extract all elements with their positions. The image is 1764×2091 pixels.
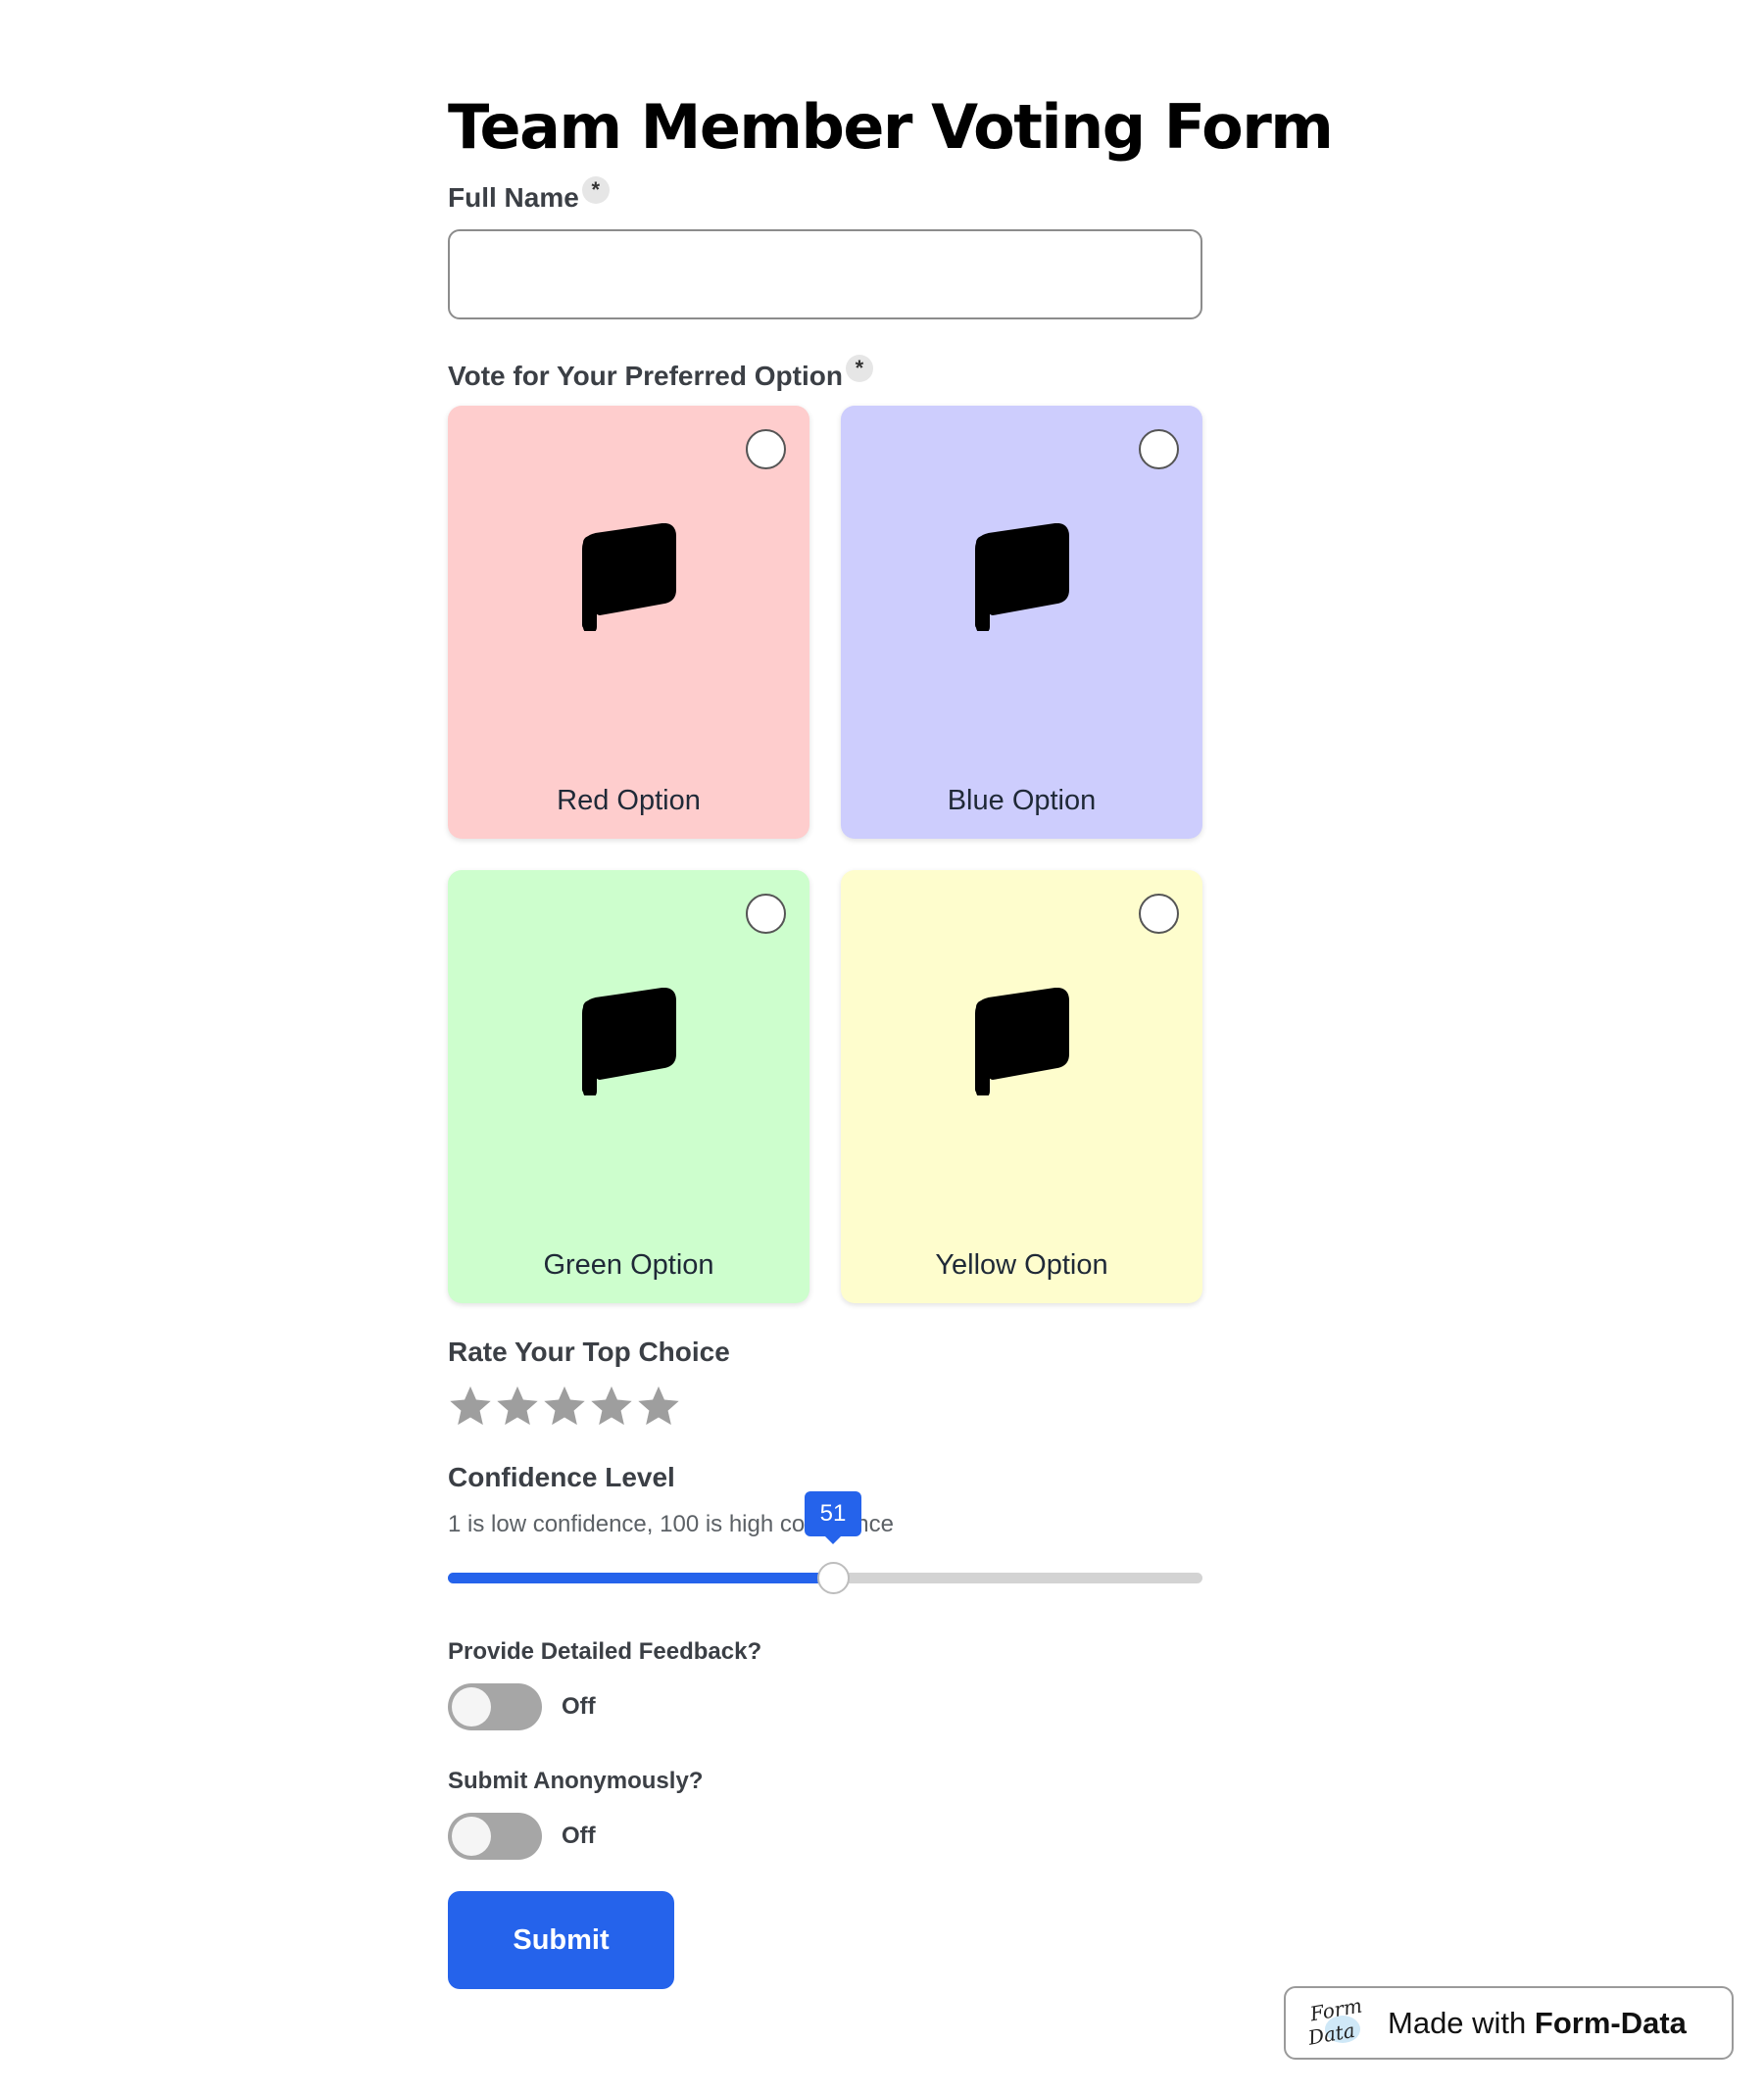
vote-card-green[interactable]: Green Option bbox=[448, 870, 809, 1304]
star-icon[interactable] bbox=[495, 1384, 540, 1429]
slider-fill bbox=[448, 1573, 833, 1584]
full-name-label-text: Full Name bbox=[448, 182, 579, 214]
star-icon[interactable] bbox=[589, 1384, 634, 1429]
star-icon[interactable] bbox=[542, 1384, 587, 1429]
full-name-input[interactable] bbox=[448, 229, 1202, 320]
anonymous-toggle-label: Submit Anonymously? bbox=[448, 1768, 704, 1795]
made-with-badge[interactable]: Form Data Made with Form-Data bbox=[1284, 1986, 1734, 2060]
badge-brand: Form-Data bbox=[1534, 2005, 1687, 2040]
star-icon[interactable] bbox=[448, 1384, 493, 1429]
rating-label: Rate Your Top Choice bbox=[448, 1337, 730, 1368]
confidence-slider[interactable]: 51 bbox=[448, 1491, 1202, 1595]
vote-radio-blue[interactable] bbox=[1139, 429, 1179, 470]
page-title: Team Member Voting Form bbox=[448, 91, 1334, 163]
vote-card-label: Blue Option bbox=[947, 785, 1097, 817]
star-rating bbox=[448, 1384, 1202, 1429]
vote-card-label: Red Option bbox=[557, 785, 701, 817]
toggle-knob bbox=[452, 1687, 491, 1727]
feedback-toggle-row: Off bbox=[448, 1683, 1202, 1731]
badge-prefix: Made with bbox=[1388, 2005, 1535, 2040]
vote-radio-red[interactable] bbox=[746, 429, 786, 470]
vote-label: Vote for Your Preferred Option * bbox=[448, 355, 1202, 392]
anonymous-toggle-state: Off bbox=[562, 1823, 596, 1850]
submit-button[interactable]: Submit bbox=[448, 1891, 674, 1990]
anonymous-toggle-row: Off bbox=[448, 1813, 1202, 1861]
vote-card-yellow[interactable]: Yellow Option bbox=[841, 870, 1202, 1304]
anonymous-toggle[interactable] bbox=[448, 1813, 542, 1861]
feedback-toggle-label: Provide Detailed Feedback? bbox=[448, 1638, 762, 1666]
flag-icon bbox=[581, 523, 676, 632]
required-asterisk: * bbox=[845, 355, 873, 383]
flag-icon bbox=[581, 988, 676, 1096]
vote-radio-green[interactable] bbox=[746, 894, 786, 935]
vote-label-text: Vote for Your Preferred Option bbox=[448, 361, 843, 392]
slider-value-bubble: 51 bbox=[805, 1491, 861, 1545]
vote-options: Red Option Blue Option Green Option Yell… bbox=[448, 406, 1202, 1304]
badge-text: Made with Form-Data bbox=[1388, 2006, 1687, 2041]
confidence-label: Confidence Level bbox=[448, 1462, 675, 1493]
feedback-toggle[interactable] bbox=[448, 1683, 542, 1731]
vote-radio-yellow[interactable] bbox=[1139, 894, 1179, 935]
full-name-label: Full Name * bbox=[448, 176, 1202, 214]
vote-card-blue[interactable]: Blue Option bbox=[841, 406, 1202, 840]
flag-icon bbox=[974, 988, 1069, 1096]
vote-card-label: Yellow Option bbox=[935, 1249, 1108, 1282]
star-icon[interactable] bbox=[636, 1384, 681, 1429]
flag-icon bbox=[974, 523, 1069, 632]
feedback-toggle-state: Off bbox=[562, 1693, 596, 1721]
vote-card-label: Green Option bbox=[543, 1249, 714, 1282]
toggle-knob bbox=[452, 1817, 491, 1857]
voting-form: Team Member Voting Form Full Name * Vote… bbox=[448, 91, 1334, 1990]
required-asterisk: * bbox=[581, 176, 610, 205]
vote-card-red[interactable]: Red Option bbox=[448, 406, 809, 840]
slider-thumb[interactable] bbox=[817, 1562, 850, 1595]
form-data-logo: Form Data bbox=[1305, 1996, 1364, 2050]
